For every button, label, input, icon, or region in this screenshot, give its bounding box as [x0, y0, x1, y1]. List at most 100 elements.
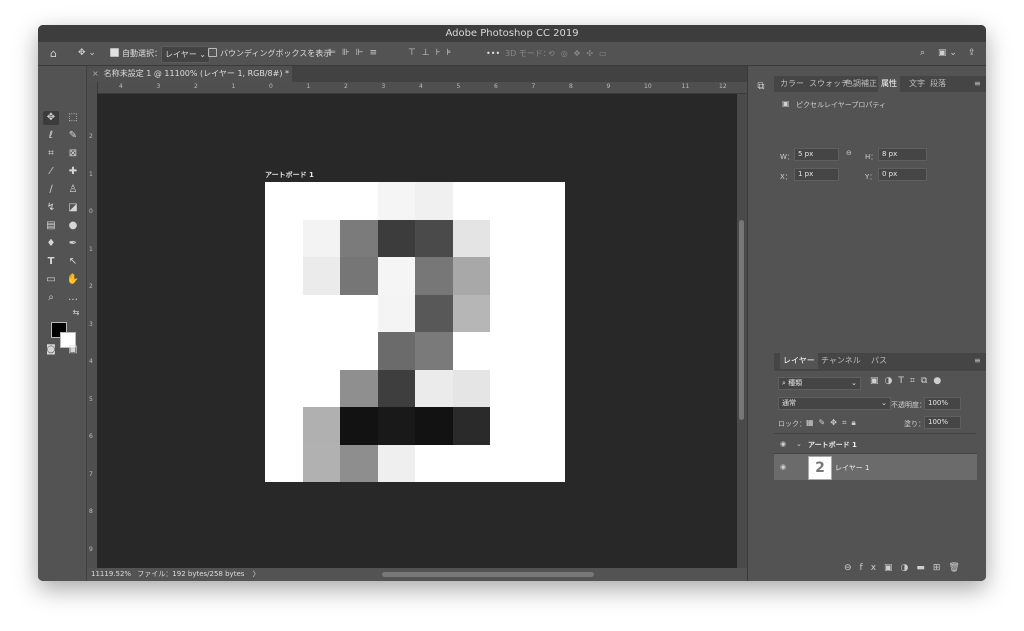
eyedropper-tool-icon[interactable]: ⁄ — [43, 165, 59, 179]
pixel-cell — [302, 294, 340, 332]
y-field[interactable]: 0 px — [878, 168, 927, 181]
blend-mode-dropdown[interactable]: 通常 ⌄ — [778, 397, 891, 410]
rectangle-tool-icon[interactable]: ▭ — [43, 273, 59, 287]
window-title: Adobe Photoshop CC 2019 — [445, 28, 579, 39]
layer-filter-dropdown[interactable]: ⌕ 種類 ⌄ — [778, 377, 861, 390]
artboard-label[interactable]: アートボード 1 — [265, 170, 314, 180]
chevron-down-icon[interactable]: ⌄ — [796, 440, 802, 448]
frame-tool-icon[interactable]: ⊠ — [65, 147, 81, 161]
blur-tool-icon[interactable]: ● — [65, 219, 81, 233]
workspace-icon[interactable]: ▣ ⌄ — [938, 46, 957, 61]
canvas-area[interactable]: アートボード 1 — [97, 94, 737, 568]
height-field[interactable]: 8 px — [878, 148, 927, 161]
pixel-cell — [377, 332, 415, 370]
pixel-cell — [415, 219, 453, 257]
document-tab[interactable]: × 名称未設定 1 @ 11100% (レイヤー 1, RGB/8#) * — [87, 66, 292, 82]
pixel-cell — [340, 369, 378, 407]
layers-menu-icon[interactable]: ≡ — [974, 353, 981, 369]
home-icon[interactable]: ⌂ — [50, 46, 57, 61]
auto-select-checkbox[interactable]: 自動選択： — [110, 46, 162, 61]
vertical-scroll-thumb[interactable] — [739, 220, 744, 420]
eye-icon[interactable]: ◉ — [780, 463, 786, 471]
quick-select-tool-icon[interactable]: ✎ — [65, 129, 81, 143]
pixel-cell — [527, 369, 565, 407]
more-options-button[interactable]: ••• — [486, 46, 500, 61]
move-tool-icon[interactable]: ✥ — [43, 111, 59, 125]
close-icon[interactable]: × — [92, 69, 99, 78]
document-title: 名称未設定 1 @ 11100% (レイヤー 1, RGB/8#) * — [103, 69, 290, 78]
tab-layers[interactable]: レイヤー — [780, 353, 818, 369]
auto-select-dropdown[interactable]: レイヤー ⌄ — [161, 46, 211, 63]
lasso-tool-icon[interactable]: ℓ — [43, 129, 59, 143]
eraser-tool-icon[interactable]: ◪ — [65, 201, 81, 215]
healing-tool-icon[interactable]: ✚ — [65, 165, 81, 179]
gradient-tool-icon[interactable]: ▤ — [43, 219, 59, 233]
pixel-cell — [490, 332, 528, 370]
swap-colors-icon[interactable]: ⇆ — [68, 306, 84, 320]
pixel-cell — [340, 219, 378, 257]
history-panel-icon[interactable]: ⧉ — [753, 80, 769, 94]
pixel-cell — [302, 219, 340, 257]
tab-character[interactable]: 文字 — [909, 76, 925, 92]
tab-properties[interactable]: 属性 — [878, 76, 900, 92]
y-label: Y： — [865, 173, 877, 181]
x-field[interactable]: 1 px — [794, 168, 839, 181]
quick-mask-icon[interactable]: ◙ — [43, 343, 59, 357]
more-tools-icon[interactable]: … — [65, 291, 81, 305]
tab-adjustments[interactable]: 色調補正 — [845, 76, 877, 92]
brush-tool-icon[interactable]: ∕ — [43, 183, 59, 197]
layer-actions-bar[interactable]: ⊖fx▣◑▬⊞🗑︎ — [844, 563, 968, 573]
tab-channels[interactable]: チャンネル — [821, 353, 861, 369]
tab-paths[interactable]: パス — [871, 353, 887, 369]
ruler-tick: 6 — [494, 83, 498, 90]
hand-tool-icon[interactable]: ✋ — [65, 273, 81, 287]
pixel-cell — [265, 257, 303, 295]
tab-paragraph[interactable]: 段落 — [930, 76, 946, 92]
zoom-tool-icon[interactable]: ⌕ — [43, 291, 59, 305]
status-arrow[interactable]: 〉 — [253, 570, 260, 578]
path-select-tool-icon[interactable]: ↖ — [65, 255, 81, 269]
tab-swatches[interactable]: スウォッチ — [809, 76, 849, 92]
auto-select-label: 自動選択： — [122, 49, 162, 58]
layer-row-layer-1[interactable]: ◉ 2 レイヤー 1 — [774, 453, 977, 480]
move-tool-icon[interactable]: ✥ ⌄ — [78, 46, 96, 61]
dodge-tool-icon[interactable]: ♦ — [43, 237, 59, 251]
share-icon[interactable]: ⇪ — [968, 46, 976, 61]
align-icons[interactable]: ⊫⊪⊩≡ — [328, 46, 383, 61]
bounding-box-label: バウンディングボックスを表示 — [220, 49, 332, 58]
fill-field[interactable]: 100% — [924, 416, 961, 429]
bounding-box-checkbox[interactable]: バウンディングボックスを表示 — [208, 46, 331, 61]
width-field[interactable]: 5 px — [794, 148, 839, 161]
type-tool-icon[interactable]: T — [43, 255, 59, 269]
ruler-tick: 9 — [606, 83, 611, 90]
eye-icon[interactable]: ◉ — [780, 440, 786, 448]
pixel-cell — [527, 257, 565, 295]
zoom-level[interactable]: 11119.52% — [91, 570, 131, 578]
layer-row-artboard[interactable]: ◉ ⌄ アートボード 1 — [774, 433, 976, 454]
pixel-cell — [302, 257, 340, 295]
panel-menu-icon[interactable]: ≡ — [974, 76, 981, 92]
opacity-field[interactable]: 100% — [924, 397, 961, 410]
crop-tool-icon[interactable]: ⌗ — [43, 147, 59, 161]
artboard[interactable] — [265, 182, 565, 482]
pixel-cell — [265, 219, 303, 257]
3d-mode-icons[interactable]: ⟲◎✥✣▭ — [548, 46, 613, 61]
tab-color[interactable]: カラー — [780, 76, 804, 92]
layer-filter-icons[interactable]: ▣◑T⌗⧉● — [870, 376, 947, 386]
search-icon[interactable]: ⌕ — [920, 46, 925, 61]
distribute-icons[interactable]: ⊤⊥⊦⊧ — [408, 46, 457, 61]
stamp-tool-icon[interactable]: ♙ — [65, 183, 81, 197]
ruler-tick: 8 — [89, 508, 93, 515]
ruler-tick: 5 — [89, 395, 93, 403]
marquee-tool-icon[interactable]: ⬚ — [65, 111, 81, 125]
history-brush-tool-icon[interactable]: ↯ — [43, 201, 59, 215]
ruler-tick: 3 — [156, 83, 161, 90]
lock-icons[interactable]: ▦✎✥⌗🔒︎ — [806, 418, 861, 428]
pen-tool-icon[interactable]: ✒ — [65, 237, 81, 251]
link-icon[interactable]: ⊖ — [846, 149, 852, 157]
pixel-cell — [302, 182, 340, 220]
screen-mode-icon[interactable]: ▣ — [65, 343, 81, 357]
horizontal-scroll-thumb[interactable] — [382, 572, 594, 577]
pixel-cell — [452, 294, 490, 332]
vertical-scrollbar[interactable] — [737, 94, 747, 568]
